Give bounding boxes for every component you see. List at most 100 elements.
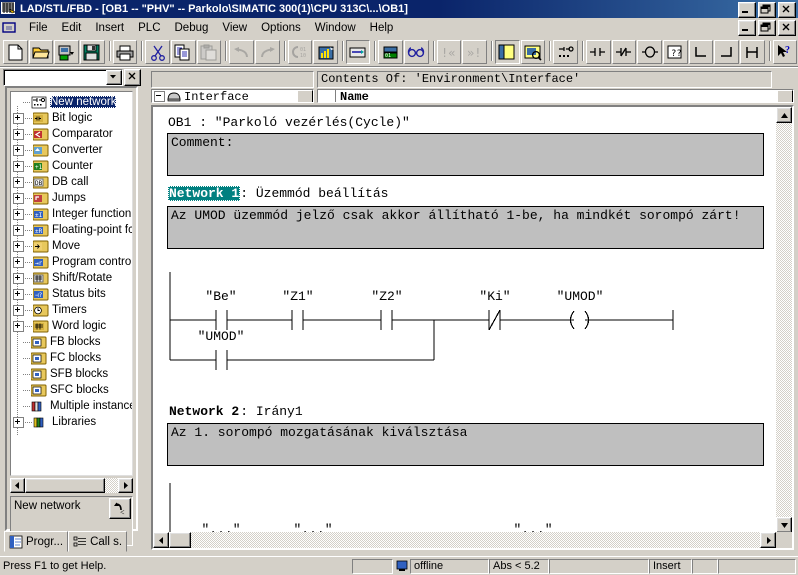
tree-item-libraries[interactable]: Libraries <box>13 414 132 430</box>
network-2-header[interactable]: Network 2: Irány1 <box>168 404 303 419</box>
redo-icon[interactable] <box>254 40 280 64</box>
open-branch-icon[interactable] <box>688 40 714 64</box>
network-1-comment-box[interactable]: Az UMOD üzemmód jelző csak akkor állítha… <box>167 206 764 249</box>
connector-icon[interactable] <box>739 40 765 64</box>
expand-icon[interactable] <box>13 128 24 140</box>
scroll-down-button[interactable] <box>776 517 792 533</box>
tree-item-integer-function[interactable]: ±I Integer function <box>13 206 132 222</box>
menu-item-view[interactable]: View <box>215 20 254 36</box>
network-2-comment-box[interactable]: Az 1. sorompó mozgatásának kiválsztása <box>167 423 764 466</box>
normally-closed-contact-icon[interactable] <box>611 40 637 64</box>
menu-item-plc[interactable]: PLC <box>131 20 167 36</box>
contents-scroll-thumb[interactable] <box>777 90 793 102</box>
tree-item-status-bits[interactable]: ⊣? Status bits <box>13 286 132 302</box>
menu-item-options[interactable]: Options <box>254 20 308 36</box>
open-icon[interactable] <box>28 40 54 64</box>
tree-item-jumps[interactable]: Jumps <box>13 190 132 206</box>
program-elements-icon[interactable] <box>494 40 520 64</box>
network-1-ladder[interactable]: "Be" "Z1" "Z2" "Ki" "UMOD" "UMOD" <box>153 262 713 372</box>
scroll-right-button[interactable] <box>760 532 776 548</box>
expand-icon[interactable] <box>13 160 24 172</box>
tree-item-sfc-blocks[interactable]: SFC blocks <box>13 382 132 398</box>
undo-icon[interactable] <box>229 40 254 64</box>
up-one-level-icon[interactable]: < <box>109 498 131 519</box>
expand-icon[interactable] <box>13 272 24 284</box>
tree-item-bit-logic[interactable]: Bit logic <box>13 110 132 126</box>
glasses-overview-icon[interactable] <box>404 40 429 64</box>
menu-item-edit[interactable]: Edit <box>55 20 89 36</box>
collapse-icon[interactable] <box>154 91 165 102</box>
expand-icon[interactable] <box>13 224 24 236</box>
expand-icon[interactable] <box>13 288 24 300</box>
horizontal-scroll-thumb[interactable] <box>169 532 191 548</box>
call-structure-icon[interactable] <box>520 40 546 64</box>
print-icon[interactable] <box>112 40 138 64</box>
save-icon[interactable] <box>80 40 105 64</box>
help-pointer-icon[interactable]: ? <box>772 40 798 64</box>
tree-item-counter[interactable]: +1 Counter <box>13 158 132 174</box>
symbol-table-icon[interactable]: 01 <box>378 40 404 64</box>
scroll-trough[interactable] <box>105 478 118 493</box>
interface-tree-pane[interactable]: Interface <box>151 89 314 103</box>
tree-item-fb-blocks[interactable]: FB blocks <box>13 334 132 350</box>
panel-filter-combo[interactable] <box>3 69 123 86</box>
scroll-left-button[interactable] <box>10 478 25 493</box>
tree-item-move[interactable]: Move <box>13 238 132 254</box>
expand-icon[interactable] <box>13 256 24 268</box>
save-as-icon[interactable] <box>54 40 80 64</box>
cut-icon[interactable] <box>145 40 170 64</box>
new-network-icon[interactable] <box>553 40 578 64</box>
block-comment-box[interactable]: Comment: <box>167 133 764 176</box>
menu-item-debug[interactable]: Debug <box>168 20 216 36</box>
paste-icon[interactable] <box>196 40 222 64</box>
editor-horizontal-scrollbar[interactable] <box>153 532 776 548</box>
goto-next-error-icon[interactable]: »! <box>462 40 488 64</box>
close-branch-icon[interactable] <box>714 40 739 64</box>
symbolic-representation-icon[interactable] <box>345 40 371 64</box>
close-button[interactable] <box>778 2 796 18</box>
network-1-title[interactable]: Üzemmód beállítás <box>256 186 389 201</box>
network-1-label[interactable]: Network 1 <box>168 186 241 201</box>
scroll-up-button[interactable] <box>776 107 792 123</box>
chevron-down-icon[interactable] <box>106 70 122 85</box>
mdi-restore-button[interactable] <box>758 20 776 36</box>
tree-item-program-control[interactable]: ⇥r Program control <box>13 254 132 270</box>
tree-item-word-logic[interactable]: Word logic <box>13 318 132 334</box>
restore-button[interactable] <box>758 2 776 18</box>
expand-icon[interactable] <box>13 192 24 204</box>
tree-item-multiple-instances[interactable]: Multiple instances <box>13 398 132 414</box>
scroll-thumb[interactable] <box>25 478 105 493</box>
declaration-scroll-thumb[interactable] <box>297 90 313 102</box>
editor-vertical-scrollbar[interactable] <box>776 107 792 533</box>
expand-icon[interactable] <box>13 112 24 124</box>
network-2-title[interactable]: Irány1 <box>256 404 303 419</box>
tree-item-fc-blocks[interactable]: FC blocks <box>13 350 132 366</box>
monitor-icon[interactable] <box>313 40 338 64</box>
tree-horizontal-scrollbar[interactable] <box>10 478 133 493</box>
document-control-icon[interactable] <box>2 21 18 35</box>
ladder-code-pane[interactable]: OB1 : "Parkoló vezérlés(Cycle)" Comment:… <box>153 107 776 533</box>
expand-icon[interactable] <box>13 304 24 316</box>
expand-icon[interactable] <box>13 208 24 220</box>
copy-icon[interactable] <box>170 40 196 64</box>
menu-item-window[interactable]: Window <box>308 20 363 36</box>
network-2-label[interactable]: Network 2 <box>168 404 240 419</box>
tree-item-db-call[interactable]: DB DB call <box>13 174 132 190</box>
expand-icon[interactable] <box>13 176 24 188</box>
goto-previous-error-icon[interactable]: !« <box>436 40 462 64</box>
menu-item-insert[interactable]: Insert <box>88 20 131 36</box>
mdi-close-button[interactable] <box>778 20 796 36</box>
network-2-ladder-partial[interactable]: "..." "..." "..." <box>153 483 713 533</box>
horizontal-scroll-trough[interactable] <box>169 532 760 548</box>
tree-item-converter[interactable]: Converter <box>13 142 132 158</box>
expand-icon[interactable] <box>13 320 24 332</box>
empty-box-icon[interactable]: ?? <box>662 40 688 64</box>
interface-row[interactable]: Interface <box>152 90 313 102</box>
network-1-header[interactable]: Network 1: Üzemmód beállítás <box>168 186 388 201</box>
element-tree[interactable]: New network Bit logic Comparator Convert… <box>10 91 133 476</box>
expand-icon[interactable] <box>13 416 24 428</box>
tab-program-elements[interactable]: Progr... <box>4 531 69 552</box>
tree-item-timers[interactable]: Timers <box>13 302 132 318</box>
tree-item-new-network[interactable]: New network <box>13 94 132 110</box>
tree-item-comparator[interactable]: Comparator <box>13 126 132 142</box>
